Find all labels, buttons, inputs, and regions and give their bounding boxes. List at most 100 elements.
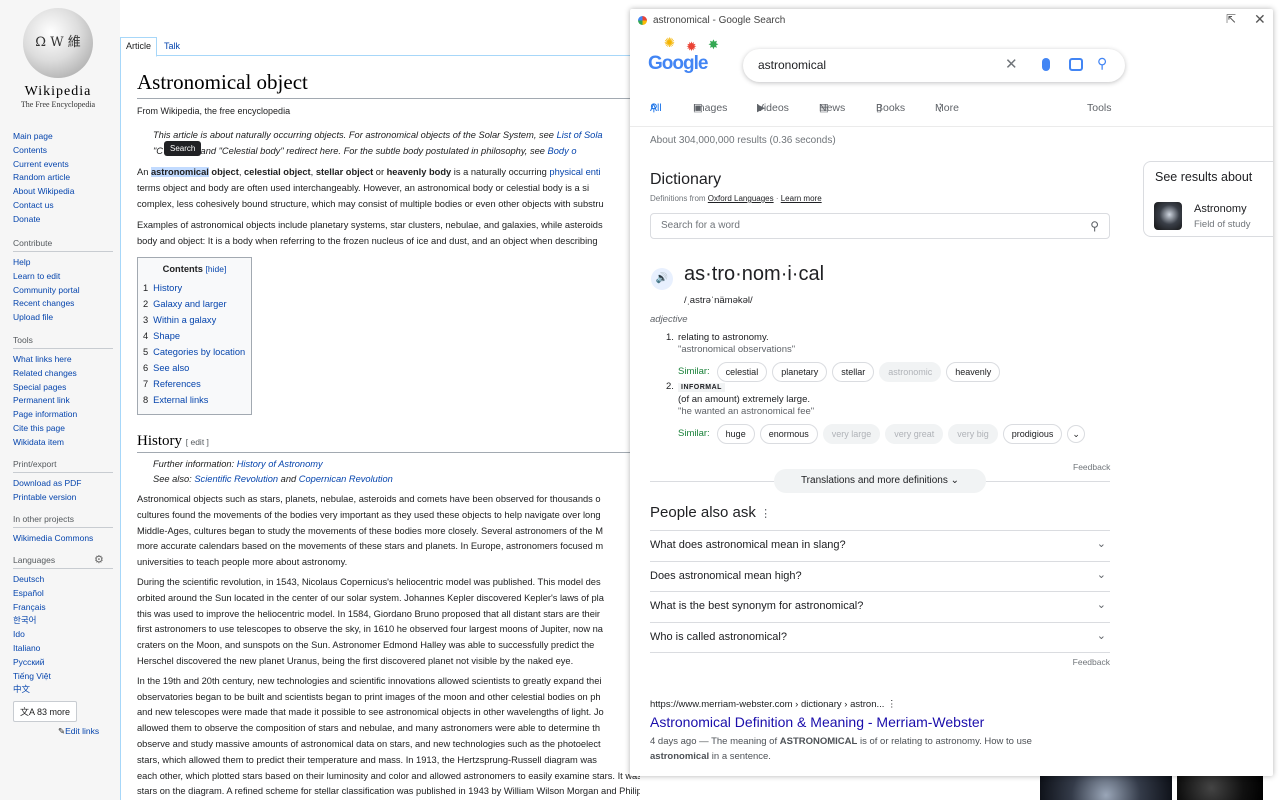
learn-more-link[interactable]: Learn more [781,194,822,203]
print-printable[interactable]: Printable version [13,491,113,505]
similar-chip[interactable]: stellar [832,362,875,382]
search-box[interactable]: astronomical ✕ ⚲ [743,49,1125,82]
toc-item[interactable]: 6 See also [143,360,246,376]
result-url-text: https://www.merriam-webster.com › dictio… [650,699,885,710]
similar-chip[interactable]: huge [716,424,755,444]
wikipedia-logo[interactable]: Ω W 維 Wikipedia The Free Encyclopedia [10,8,106,109]
language-settings-gear-icon[interactable]: ⚙ [94,553,104,566]
result-stats: About 304,000,000 results (0.36 seconds) [650,135,836,146]
selected-word[interactable]: astronomical [150,167,209,177]
print-pdf[interactable]: Download as PDF [13,477,113,491]
lang-de[interactable]: Deutsch [13,573,113,587]
contribute-learn[interactable]: Learn to edit [13,270,113,284]
physical-entity-link[interactable]: physical enti [549,167,600,177]
nav-main-page[interactable]: Main page [13,130,113,144]
history-of-astronomy-link[interactable]: History of Astronomy [237,459,323,469]
definition-2: 2. INFORMAL (of an amount) extremely lar… [666,381,1085,444]
scientific-revolution-link[interactable]: Scientific Revolution [194,474,278,484]
nav-about[interactable]: About Wikipedia [13,185,113,199]
contribute-portal[interactable]: Community portal [13,284,113,298]
more-vert-icon[interactable]: ⋮ [760,508,771,520]
tools-button[interactable]: Tools [1087,102,1112,114]
toc-item[interactable]: 2 Galaxy and larger [143,296,246,312]
lang-ko[interactable]: 한국어 [13,614,113,628]
search-tabs: ⚲ All ▣ Images ▶ Videos ▤ News ▯ Books ⋮… [650,102,1112,126]
paa-question-text: Does astronomical mean high? [650,569,802,582]
see-results-about-card[interactable]: See results about Astronomy Field of stu… [1143,161,1273,237]
lang-es[interactable]: Español [13,587,113,601]
tools-special[interactable]: Special pages [13,381,113,395]
tab-talk[interactable]: Talk [159,38,185,54]
similar-chip[interactable]: celestial [716,362,768,382]
toc-item[interactable]: 7 References [143,376,246,392]
lang-zh[interactable]: 中文 [13,683,113,697]
tools-what-links[interactable]: What links here [13,353,113,367]
dictionary-search-field[interactable]: Search for a word ⚲ [650,213,1110,239]
more-languages-button[interactable]: 文A 83 more [13,701,78,723]
lang-it[interactable]: Italiano [13,642,113,656]
snippet-text: 4 days ago — The meaning of [650,736,780,747]
translations-button[interactable]: Translations and more definitions ⌄ [774,469,986,493]
google-doodle-logo[interactable]: ✺ ✹ ✸ Google [646,35,726,83]
toc-item[interactable]: 5 Categories by location [143,344,246,360]
star-field-image[interactable] [1177,776,1263,800]
toc-label: Galaxy and larger [153,298,227,309]
result-title-link[interactable]: Astronomical Definition & Meaning - Merr… [650,714,1110,730]
close-icon[interactable]: ✕ [1254,11,1266,28]
similar-chip[interactable]: enormous [759,424,818,444]
part-of-speech: adjective [650,314,688,325]
tools-page-info[interactable]: Page information [13,408,113,422]
toc-item[interactable]: 8 External links [143,392,246,408]
edit-links[interactable]: ✎Edit links [58,726,99,737]
nav-donate[interactable]: Donate [13,213,113,227]
paa-question[interactable]: Who is called astronomical? ⌄ [650,621,1110,653]
dictionary-feedback-link[interactable]: Feedback [1073,462,1110,472]
oxford-languages-link[interactable]: Oxford Languages [708,194,774,203]
tab-article[interactable]: Article [120,37,158,57]
paa-feedback-link[interactable]: Feedback [650,652,1110,667]
history-edit-link[interactable]: [ edit ] [186,437,209,447]
further-info: Further information: History of Astronom… [137,457,640,473]
paa-question[interactable]: What is the best synonym for astronomica… [650,591,1110,622]
similar-chip[interactable]: planetary [772,362,828,382]
galaxy-image[interactable] [1040,776,1172,800]
tools-cite[interactable]: Cite this page [13,422,113,436]
tools-related[interactable]: Related changes [13,367,113,381]
nav-random-article[interactable]: Random article [13,171,113,185]
tools-permanent[interactable]: Permanent link [13,394,113,408]
result-url[interactable]: https://www.merriam-webster.com › dictio… [650,699,1110,710]
contribute-recent[interactable]: Recent changes [13,297,113,311]
open-in-new-tab-icon[interactable]: ⇱ [1226,12,1236,26]
hatnote-link-1[interactable]: List of Sola [557,130,603,140]
paa-question[interactable]: Does astronomical mean high? ⌄ [650,560,1110,592]
microphone-icon[interactable] [1042,58,1050,71]
nav-contents[interactable]: Contents [13,144,113,158]
toc-item[interactable]: 3 Within a galaxy [143,312,246,328]
search-input[interactable]: astronomical [758,58,826,72]
nav-current-events[interactable]: Current events [13,158,113,172]
more-vert-icon[interactable]: ⋮ [887,699,897,710]
lens-camera-icon[interactable] [1069,58,1083,71]
similar-chip[interactable]: heavenly [946,362,1001,382]
toc-item[interactable]: 4 Shape [143,328,246,344]
other-commons[interactable]: Wikimedia Commons [13,532,113,546]
nav-contact[interactable]: Contact us [13,199,113,213]
contribute-help[interactable]: Help [13,256,113,270]
search-icon[interactable]: ⚲ [1097,55,1107,72]
search-icon[interactable]: ⚲ [1090,219,1099,233]
contribute-upload[interactable]: Upload file [13,311,113,325]
similar-chip[interactable]: prodigious [1002,424,1063,444]
lang-vi[interactable]: Tiếng Việt [13,670,113,684]
lang-ru[interactable]: Русский [13,656,113,670]
paa-question[interactable]: What does astronomical mean in slang? ⌄ [650,530,1110,561]
speaker-icon[interactable]: 🔊 [651,268,673,290]
hatnote-link-2[interactable]: Body o [548,146,577,156]
lang-fr[interactable]: Français [13,601,113,615]
toc-item[interactable]: 1 History [143,280,246,296]
copernican-revolution-link[interactable]: Copernican Revolution [299,474,393,484]
toc-hide-link[interactable]: [hide] [206,264,227,274]
clear-search-icon[interactable]: ✕ [1005,55,1018,73]
lang-io[interactable]: Ido [13,628,113,642]
chevron-down-icon[interactable]: ⌄ [1067,425,1085,443]
tools-wikidata[interactable]: Wikidata item [13,436,113,450]
